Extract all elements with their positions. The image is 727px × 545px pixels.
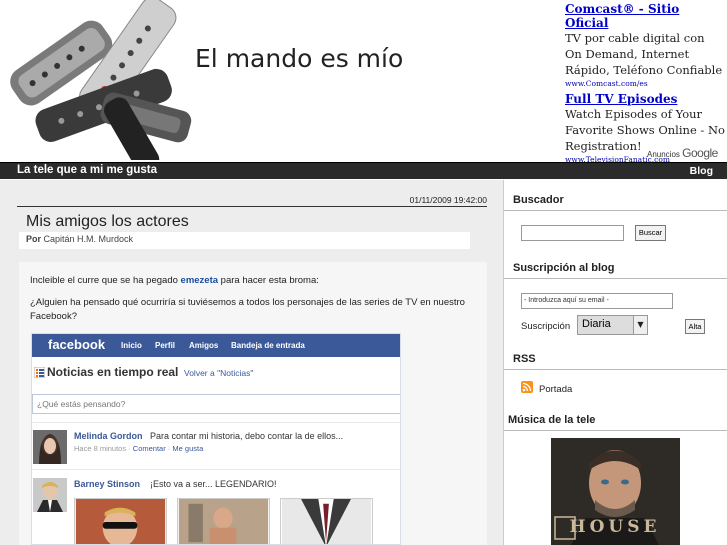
search-title: Buscador [513, 194, 564, 206]
fb-post-2-message: ¡Esto va a ser... LEGENDARIO! [150, 479, 277, 489]
fb-feed-title: Noticias en tiempo real [47, 365, 179, 379]
subscribe-button[interactable]: Alta [685, 319, 705, 334]
fb-post-1-name: Melinda Gordon [74, 431, 143, 441]
fb-back-link: Volver a "Noticias" [184, 368, 254, 378]
fb-nav-bandeja: Bandeja de entrada [231, 341, 305, 350]
divider [504, 430, 727, 431]
sidebar: Buscador Buscar Suscripción al blog - In… [503, 180, 727, 545]
post-body: Incleible el curre que se ha pegado emez… [19, 262, 487, 545]
news-feed-icon [34, 367, 45, 378]
house-album-cover[interactable]: HOUSE [551, 438, 680, 545]
fb-post-2-name: Barney Stinson [74, 479, 141, 489]
barney-photo-2 [177, 498, 270, 544]
author-name: Capitán H.M. Murdock [43, 234, 134, 244]
rss-portada-link[interactable]: Portada [539, 384, 572, 395]
fb-nav-amigos: Amigos [189, 341, 219, 350]
divider [32, 469, 400, 470]
barney-photo-3 [280, 498, 373, 544]
house-logo-text: HOUSE [570, 517, 661, 537]
facebook-screenshot: facebook Inicio Perfil Amigos Bandeja de… [31, 333, 401, 545]
blog-link[interactable]: Blog [690, 165, 713, 177]
ad-1-title-link[interactable]: Comcast® - Sitio Oficial [565, 2, 725, 30]
fb-status-placeholder: ¿Qué estás pensando? [37, 399, 126, 409]
subscription-title: Suscripción al blog [513, 262, 615, 274]
ad-2-title-link[interactable]: Full TV Episodes [565, 92, 725, 106]
ad-1: Comcast® - Sitio Oficial TV por cable di… [565, 2, 725, 90]
post-date: 01/11/2009 19:42:00 [409, 195, 487, 205]
post-paragraph-2: ¿Alguien ha pensado qué ocurriría si tuv… [30, 297, 465, 322]
email-field[interactable]: - Introduzca aquí su email - [521, 293, 673, 309]
fb-post-1-time: Hace 8 minutos · [74, 444, 133, 453]
ads-prefix: Anuncios [647, 150, 680, 159]
ads-by-google-link[interactable]: Anuncios Google [647, 146, 718, 160]
divider [504, 278, 727, 279]
music-title: Música de la tele [508, 414, 596, 426]
google-logo: Google [682, 146, 718, 160]
fb-nav-inicio: Inicio [121, 341, 142, 350]
post-author-box: Por Capitán H.M. Murdock [19, 232, 470, 249]
subscription-select-value: Diaria [582, 318, 611, 330]
blog-tagline: La tele que a mi me gusta [17, 164, 157, 176]
divider [504, 369, 727, 370]
melinda-avatar [33, 430, 67, 464]
nav-bar: La tele que a mi me gusta Blog [0, 162, 727, 179]
fb-like-link: Me gusta [172, 444, 204, 453]
divider [17, 206, 487, 207]
post-text: para hacer esta broma: [218, 275, 319, 286]
fb-nav-perfil: Perfil [155, 341, 176, 350]
chevron-down-icon: ▼ [633, 316, 647, 334]
post-title[interactable]: Mis amigos los actores [26, 213, 189, 231]
fb-post-1-message: Para contar mi historia, debo contar la … [150, 431, 344, 441]
barney-avatar [33, 478, 67, 512]
divider [32, 422, 400, 423]
divider [504, 210, 727, 211]
google-ads: Comcast® - Sitio Oficial TV por cable di… [565, 2, 725, 168]
ad-1-text: TV por cable digital con On Demand, Inte… [565, 31, 723, 77]
subscription-frequency-select[interactable]: Diaria ▼ [577, 315, 648, 335]
post-author: Por Capitán H.M. Murdock [26, 234, 133, 244]
header: El mando es mío Comcast® - Sitio Oficial… [0, 0, 727, 164]
post-text: Incleible el curre que se ha pegado [30, 275, 181, 286]
rss-icon [521, 381, 533, 393]
fb-status-box: ¿Qué estás pensando? [32, 394, 400, 414]
rss-title: RSS [513, 353, 536, 365]
site-title: El mando es mío [195, 44, 404, 73]
post-paragraph-1: Incleible el curre que se ha pegado emez… [30, 274, 480, 288]
barney-photo-1 [74, 498, 167, 544]
fb-post-1-meta: Hace 8 minutos · Comentar · Me gusta [74, 444, 204, 453]
subscription-label: Suscripción [521, 321, 571, 332]
facebook-top-bar: facebook Inicio Perfil Amigos Bandeja de… [32, 334, 400, 357]
facebook-logo: facebook [48, 337, 106, 352]
remote-controls-image [0, 0, 200, 160]
fb-comment-link: Comentar [132, 444, 166, 453]
ad-1-url[interactable]: www.Comcast.com/es [565, 78, 725, 90]
search-button[interactable]: Buscar [635, 225, 666, 241]
emezeta-link[interactable]: emezeta [181, 275, 219, 286]
author-prefix: Por [26, 234, 42, 244]
search-input[interactable] [521, 225, 624, 241]
main-content: 01/11/2009 19:42:00 Mis amigos los actor… [0, 180, 503, 545]
